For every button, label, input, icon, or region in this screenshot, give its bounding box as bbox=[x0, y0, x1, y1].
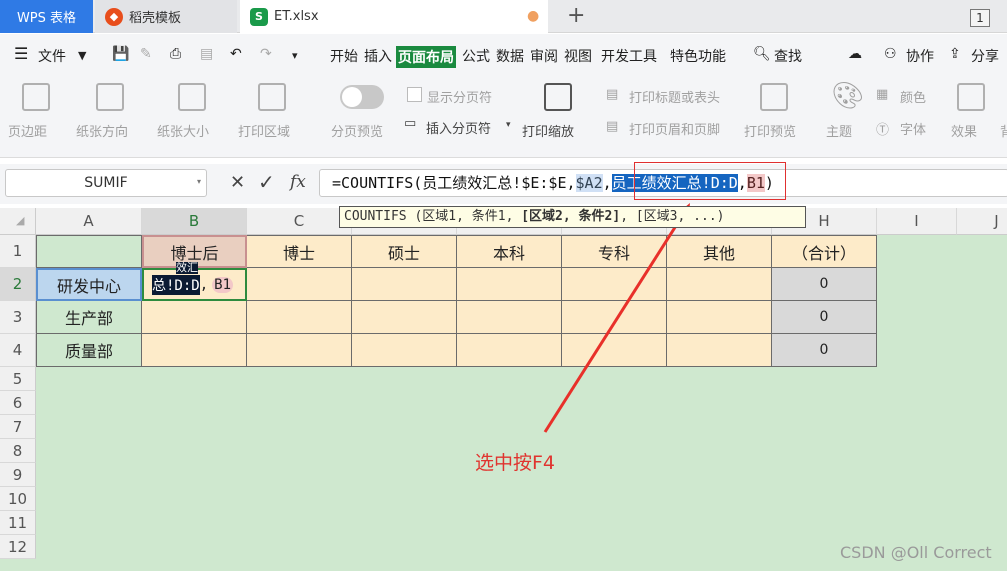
tooltip-signature-end: , [区域3, ...) bbox=[620, 209, 725, 224]
watermark: CSDN @Oll Correct bbox=[840, 543, 992, 562]
annotation-text: 选中按F4 bbox=[475, 452, 556, 474]
function-signature-tooltip: COUNTIFS (区域1, 条件1, [区域2, 条件2], [区域3, ..… bbox=[339, 206, 806, 228]
annotation-arrow bbox=[543, 203, 690, 433]
tooltip-current-arg: [区域2, 条件2] bbox=[521, 209, 621, 224]
tooltip-signature-start: COUNTIFS (区域1, 条件1, bbox=[344, 209, 522, 224]
